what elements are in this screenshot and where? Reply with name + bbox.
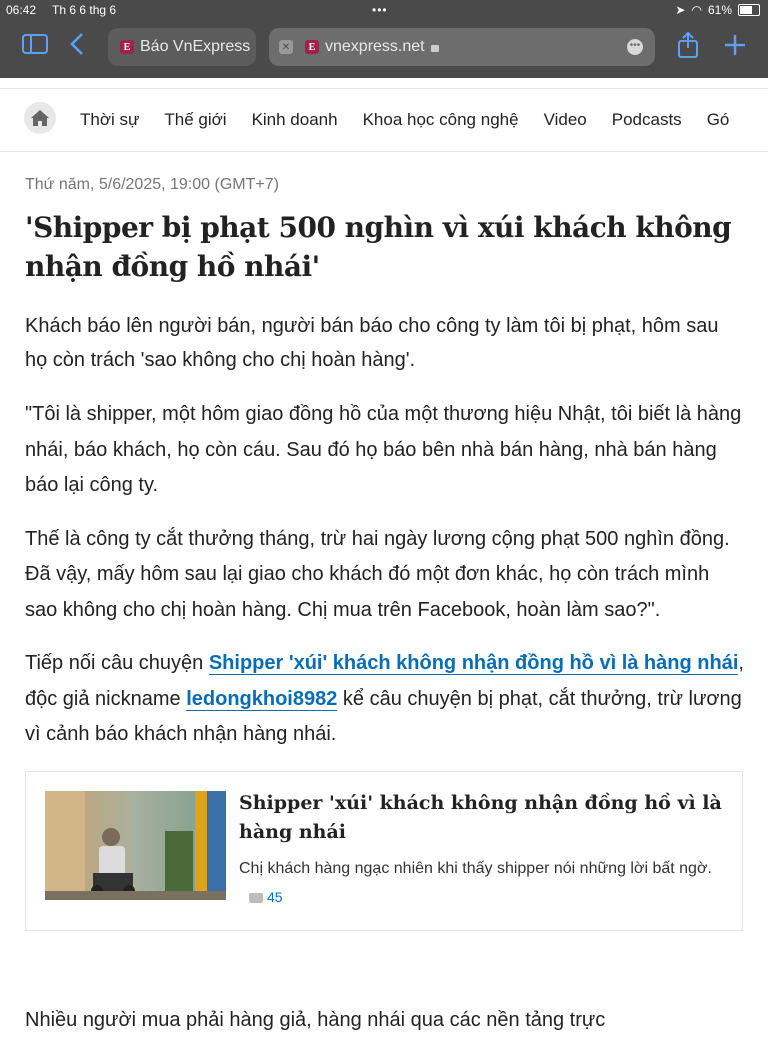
browser-toolbar: E Báo VnExpress ✕ E vnexpress.net ••• <box>0 22 768 78</box>
site-nav: Thời sự Thế giới Kinh doanh Khoa học côn… <box>0 88 768 152</box>
close-tab-icon[interactable]: ✕ <box>279 40 293 54</box>
article-lead: Khách báo lên người bán, người bán báo c… <box>25 315 719 371</box>
nav-item-podcasts[interactable]: Podcasts <box>612 110 682 130</box>
status-date: Th 6 6 thg 6 <box>52 3 117 17</box>
article-paragraph: Nhiều người mua phải hàng giả, hàng nhái… <box>25 1009 606 1031</box>
multitasking-dots-icon[interactable]: ••• <box>372 3 388 17</box>
home-icon[interactable] <box>24 102 56 134</box>
related-article-desc: Chị khách hàng ngạc nhiên khi thấy shipp… <box>239 855 729 912</box>
reader-nickname-link[interactable]: ledongkhoi8982 <box>186 687 338 711</box>
nav-item-go[interactable]: Gó <box>707 110 730 130</box>
sidebar-icon[interactable] <box>22 34 48 60</box>
status-bar: 06:42 Th 6 6 thg 6 ••• ➤ ◠ 61% <box>0 0 768 22</box>
nav-item-khoa-hoc-cong-nghe[interactable]: Khoa học công nghệ <box>363 110 519 130</box>
nav-items: Thời sự Thế giới Kinh doanh Khoa học côn… <box>80 110 729 130</box>
battery-icon <box>738 4 760 16</box>
tab-active[interactable]: ✕ E vnexpress.net ••• <box>269 28 655 66</box>
new-tab-icon[interactable] <box>724 34 746 62</box>
status-right: ➤ ◠ 61% <box>675 3 760 17</box>
share-icon[interactable] <box>677 31 699 64</box>
back-icon[interactable] <box>70 32 84 62</box>
comment-icon <box>249 892 263 903</box>
article-paragraph: Thế là công ty cắt thưởng tháng, trừ hai… <box>25 527 730 621</box>
wifi-icon: ◠ <box>691 3 702 17</box>
article-date: Thứ năm, 5/6/2025, 19:00 (GMT+7) <box>25 176 279 193</box>
related-desc-text: Chị khách hàng ngạc nhiên khi thấy shipp… <box>239 859 712 877</box>
related-article-link[interactable]: Shipper 'xúi' khách không nhận đồng hồ v… <box>208 652 739 675</box>
article: Thứ năm, 5/6/2025, 19:00 (GMT+7) 'Shippe… <box>25 176 745 931</box>
location-icon: ➤ <box>675 3 686 17</box>
comment-count-value: 45 <box>267 888 283 905</box>
lock-icon <box>430 44 439 52</box>
nav-item-thoi-su[interactable]: Thời sự <box>80 110 139 130</box>
article-paragraph: Tiếp nối câu chuyện Shipper 'xúi' khách … <box>25 646 745 753</box>
nav-item-the-gioi[interactable]: Thế giới <box>164 110 226 130</box>
paragraph-text: Tiếp nối câu chuyện <box>25 652 209 674</box>
more-options-icon[interactable]: ••• <box>627 39 643 55</box>
comment-count[interactable]: 45 <box>249 889 283 905</box>
article-paragraph: "Tôi là shipper, một hôm giao đồng hồ củ… <box>25 403 742 496</box>
vnexpress-favicon-icon: E <box>120 40 134 54</box>
nav-item-kinh-doanh[interactable]: Kinh doanh <box>252 110 338 130</box>
nav-item-video[interactable]: Video <box>544 110 587 130</box>
related-article-card[interactable]: Shipper 'xúi' khách không nhận đồng hồ v… <box>25 770 743 931</box>
related-article-title[interactable]: Shipper 'xúi' khách không nhận đồng hồ v… <box>239 789 729 847</box>
article-title: 'Shipper bị phạt 500 nghìn vì xúi khách … <box>25 211 732 283</box>
battery-percent: 61% <box>707 3 732 17</box>
related-article-thumbnail[interactable] <box>45 790 226 900</box>
vnexpress-favicon-icon: E <box>305 40 319 54</box>
tab-vnexpress[interactable]: E Báo VnExpress <box>108 28 256 66</box>
address-text[interactable]: vnexpress.net <box>325 38 425 56</box>
tab-label: Báo VnExpress <box>140 38 251 55</box>
status-time: 06:42 <box>6 3 37 17</box>
